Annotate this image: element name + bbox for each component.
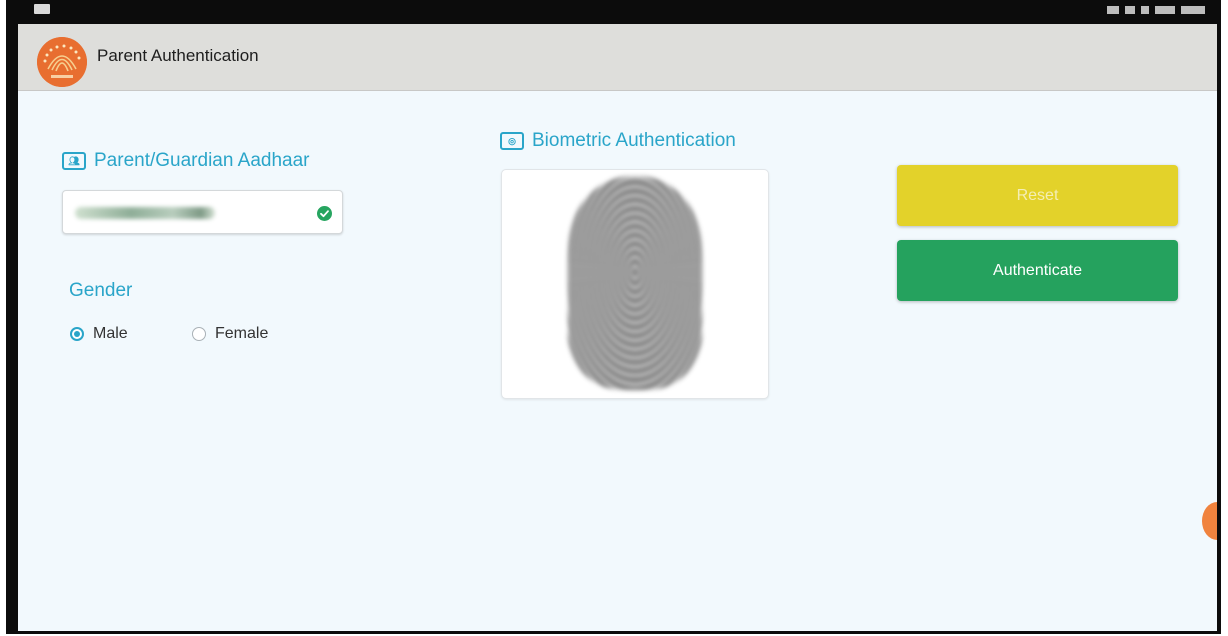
reset-button[interactable]: Reset — [897, 165, 1178, 226]
male-radio[interactable] — [70, 327, 84, 341]
aadhaar-logo-icon — [37, 37, 87, 87]
fingerprint-image — [568, 176, 702, 390]
aadhaar-number-value — [75, 207, 215, 219]
gender-option-female[interactable]: Female — [192, 325, 268, 343]
gender-label: Gender — [69, 280, 133, 301]
signal-icon — [1107, 6, 1119, 14]
id-card-icon: 👥︎ — [62, 152, 86, 170]
status-indicators — [1107, 2, 1205, 18]
floating-action-button[interactable] — [1202, 502, 1217, 540]
notification-icon — [34, 4, 50, 14]
check-circle-icon — [317, 206, 332, 221]
page-title: Parent Authentication — [97, 46, 259, 65]
gender-option-male[interactable]: Male — [70, 325, 128, 343]
clock-icon — [1181, 6, 1205, 14]
female-radio[interactable] — [192, 327, 206, 341]
app-screen: Parent Authentication 👥︎ Parent/Guardian… — [18, 24, 1217, 631]
aadhaar-number-input[interactable] — [62, 190, 343, 234]
biometric-section-label: Biometric Authentication — [532, 130, 736, 151]
fingerprint-capture-area[interactable] — [501, 169, 769, 399]
aadhaar-section-title: 👥︎ Parent/Guardian Aadhaar — [62, 150, 310, 172]
wifi-icon — [1125, 6, 1135, 14]
fingerprint-icon: ◎ — [500, 132, 524, 150]
female-label: Female — [215, 325, 269, 342]
biometric-section-title: ◎ Biometric Authentication — [500, 130, 736, 152]
male-label: Male — [93, 325, 128, 342]
battery-icon — [1155, 6, 1175, 14]
status-bar — [6, 0, 1221, 24]
authenticate-button[interactable]: Authenticate — [897, 240, 1178, 301]
app-bar: Parent Authentication — [18, 24, 1217, 91]
alarm-icon — [1141, 6, 1149, 14]
aadhaar-section-label: Parent/Guardian Aadhaar — [94, 150, 310, 171]
